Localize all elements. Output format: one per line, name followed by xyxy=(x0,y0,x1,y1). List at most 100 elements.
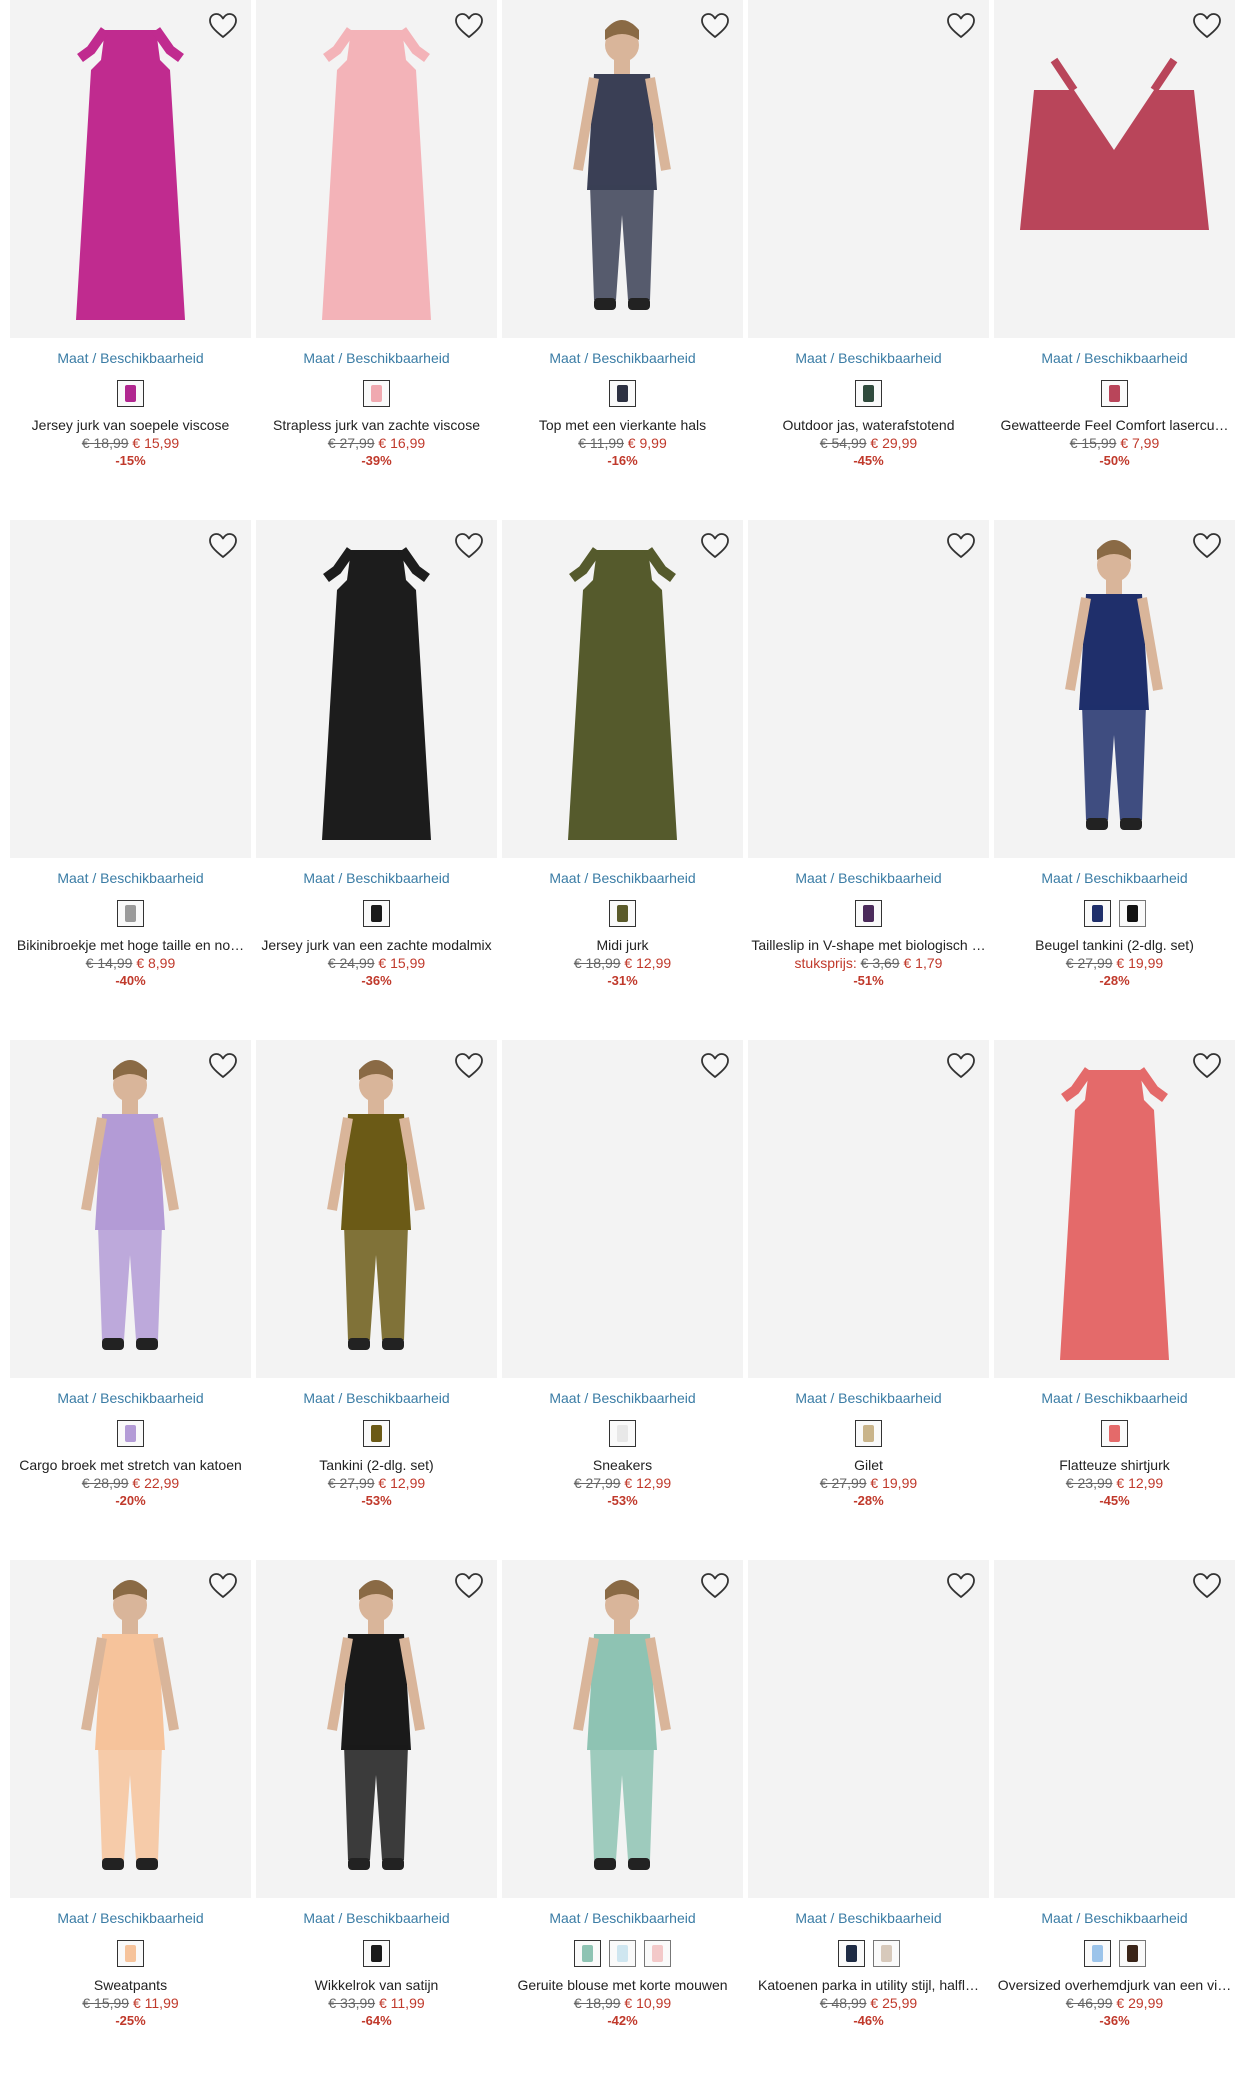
product-image[interactable] xyxy=(256,520,497,858)
product-image[interactable] xyxy=(994,520,1235,858)
product-name[interactable]: Tailleslip in V-shape met biologisch … xyxy=(748,937,989,953)
color-swatch[interactable] xyxy=(117,380,144,407)
product-card[interactable]: Maat / Beschikbaarheid Wikkelrok van sat… xyxy=(256,1560,497,2080)
product-image[interactable] xyxy=(502,0,743,338)
size-availability-link[interactable]: Maat / Beschikbaarheid xyxy=(256,870,497,886)
product-image[interactable] xyxy=(502,1560,743,1898)
color-swatch[interactable] xyxy=(363,380,390,407)
color-swatch[interactable] xyxy=(363,1420,390,1447)
product-image[interactable] xyxy=(256,1040,497,1378)
size-availability-link[interactable]: Maat / Beschikbaarheid xyxy=(994,1390,1235,1406)
color-swatch[interactable] xyxy=(1101,1420,1128,1447)
product-image[interactable] xyxy=(10,1560,251,1898)
color-swatch[interactable] xyxy=(855,380,882,407)
product-card[interactable]: Maat / Beschikbaarheid Sweatpants € 15,9… xyxy=(10,1560,251,2080)
product-card[interactable]: Maat / Beschikbaarheid Midi jurk € 18,99… xyxy=(502,520,743,1040)
product-name[interactable]: Sweatpants xyxy=(10,1977,251,1993)
product-name[interactable]: Gilet xyxy=(748,1457,989,1473)
product-card[interactable]: Maat / Beschikbaarheid Jersey jurk van e… xyxy=(256,520,497,1040)
color-swatch[interactable] xyxy=(574,1940,601,1967)
wishlist-heart-icon[interactable] xyxy=(207,530,239,562)
color-swatch[interactable] xyxy=(872,1940,900,1967)
size-availability-link[interactable]: Maat / Beschikbaarheid xyxy=(10,870,251,886)
wishlist-heart-icon[interactable] xyxy=(453,530,485,562)
product-card[interactable]: Maat / Beschikbaarheid Tailleslip in V-s… xyxy=(748,520,989,1040)
product-card[interactable]: Maat / Beschikbaarheid Strapless jurk va… xyxy=(256,0,497,520)
product-name[interactable]: Flatteuze shirtjurk xyxy=(994,1457,1235,1473)
wishlist-heart-icon[interactable] xyxy=(699,1570,731,1602)
wishlist-heart-icon[interactable] xyxy=(945,10,977,42)
product-card[interactable]: Maat / Beschikbaarheid Oversized overhem… xyxy=(994,1560,1235,2080)
product-name[interactable]: Cargo broek met stretch van katoen xyxy=(10,1457,251,1473)
wishlist-heart-icon[interactable] xyxy=(1191,10,1223,42)
product-name[interactable]: Beugel tankini (2-dlg. set) xyxy=(994,937,1235,953)
wishlist-heart-icon[interactable] xyxy=(1191,530,1223,562)
product-card[interactable]: Maat / Beschikbaarheid Gewatteerde Feel … xyxy=(994,0,1235,520)
size-availability-link[interactable]: Maat / Beschikbaarheid xyxy=(256,1910,497,1926)
product-card[interactable]: Maat / Beschikbaarheid Jersey jurk van s… xyxy=(10,0,251,520)
wishlist-heart-icon[interactable] xyxy=(699,530,731,562)
color-swatch[interactable] xyxy=(1083,900,1111,927)
product-card[interactable]: Maat / Beschikbaarheid Katoenen parka in… xyxy=(748,1560,989,2080)
color-swatch[interactable] xyxy=(609,1940,636,1967)
wishlist-heart-icon[interactable] xyxy=(945,1050,977,1082)
wishlist-heart-icon[interactable] xyxy=(699,10,731,42)
product-name[interactable]: Jersey jurk van soepele viscose xyxy=(10,417,251,433)
color-swatch[interactable] xyxy=(117,1940,144,1967)
product-image[interactable] xyxy=(10,0,251,338)
product-card[interactable]: Maat / Beschikbaarheid Cargo broek met s… xyxy=(10,1040,251,1560)
color-swatch[interactable] xyxy=(1101,380,1128,407)
product-card[interactable]: Maat / Beschikbaarheid Flatteuze shirtju… xyxy=(994,1040,1235,1560)
size-availability-link[interactable]: Maat / Beschikbaarheid xyxy=(502,1390,743,1406)
product-name[interactable]: Outdoor jas, waterafstotend xyxy=(748,417,989,433)
wishlist-heart-icon[interactable] xyxy=(207,1050,239,1082)
product-name[interactable]: Sneakers xyxy=(502,1457,743,1473)
color-swatch[interactable] xyxy=(609,1420,636,1447)
size-availability-link[interactable]: Maat / Beschikbaarheid xyxy=(10,350,251,366)
size-availability-link[interactable]: Maat / Beschikbaarheid xyxy=(10,1390,251,1406)
color-swatch[interactable] xyxy=(117,900,144,927)
wishlist-heart-icon[interactable] xyxy=(1191,1570,1223,1602)
product-image[interactable] xyxy=(10,1040,251,1378)
product-name[interactable]: Gewatteerde Feel Comfort lasercu… xyxy=(994,417,1235,433)
product-image[interactable] xyxy=(994,1560,1235,1898)
product-image[interactable] xyxy=(748,520,989,858)
product-image[interactable] xyxy=(748,0,989,338)
color-swatch[interactable] xyxy=(117,1420,144,1447)
size-availability-link[interactable]: Maat / Beschikbaarheid xyxy=(994,1910,1235,1926)
product-image[interactable] xyxy=(256,1560,497,1898)
product-name[interactable]: Wikkelrok van satijn xyxy=(256,1977,497,1993)
wishlist-heart-icon[interactable] xyxy=(699,1050,731,1082)
size-availability-link[interactable]: Maat / Beschikbaarheid xyxy=(994,350,1235,366)
wishlist-heart-icon[interactable] xyxy=(1191,1050,1223,1082)
size-availability-link[interactable]: Maat / Beschikbaarheid xyxy=(748,1390,989,1406)
product-image[interactable] xyxy=(10,520,251,858)
size-availability-link[interactable]: Maat / Beschikbaarheid xyxy=(10,1910,251,1926)
color-swatch[interactable] xyxy=(644,1940,671,1967)
product-name[interactable]: Tankini (2-dlg. set) xyxy=(256,1457,497,1473)
product-image[interactable] xyxy=(256,0,497,338)
color-swatch[interactable] xyxy=(855,900,882,927)
product-card[interactable]: Maat / Beschikbaarheid Outdoor jas, wate… xyxy=(748,0,989,520)
size-availability-link[interactable]: Maat / Beschikbaarheid xyxy=(256,1390,497,1406)
color-swatch[interactable] xyxy=(363,900,390,927)
product-image[interactable] xyxy=(502,1040,743,1378)
size-availability-link[interactable]: Maat / Beschikbaarheid xyxy=(994,870,1235,886)
size-availability-link[interactable]: Maat / Beschikbaarheid xyxy=(502,870,743,886)
size-availability-link[interactable]: Maat / Beschikbaarheid xyxy=(502,1910,743,1926)
wishlist-heart-icon[interactable] xyxy=(207,1570,239,1602)
wishlist-heart-icon[interactable] xyxy=(945,530,977,562)
color-swatch[interactable] xyxy=(855,1420,882,1447)
product-name[interactable]: Jersey jurk van een zachte modalmix xyxy=(256,937,497,953)
product-card[interactable]: Maat / Beschikbaarheid Gilet € 27,99 € 1… xyxy=(748,1040,989,1560)
product-image[interactable] xyxy=(502,520,743,858)
product-image[interactable] xyxy=(748,1040,989,1378)
color-swatch[interactable] xyxy=(1083,1940,1111,1967)
product-card[interactable]: Maat / Beschikbaarheid Beugel tankini (2… xyxy=(994,520,1235,1040)
size-availability-link[interactable]: Maat / Beschikbaarheid xyxy=(502,350,743,366)
product-name[interactable]: Geruite blouse met korte mouwen xyxy=(502,1977,743,1993)
color-swatch[interactable] xyxy=(609,900,636,927)
product-card[interactable]: Maat / Beschikbaarheid Top met een vierk… xyxy=(502,0,743,520)
product-name[interactable]: Bikinibroekje met hoge taille en no… xyxy=(10,937,251,953)
product-card[interactable]: Maat / Beschikbaarheid Bikinibroekje met… xyxy=(10,520,251,1040)
